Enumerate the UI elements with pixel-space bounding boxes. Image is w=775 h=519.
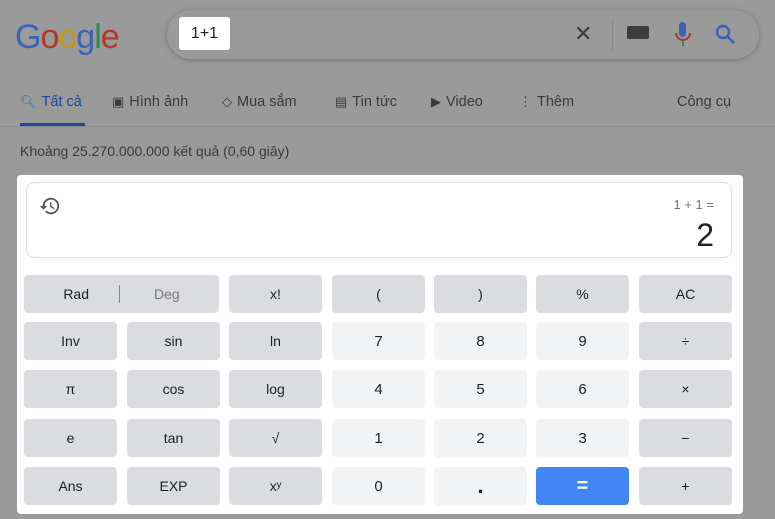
- log-button[interactable]: log: [229, 370, 322, 408]
- ans-button[interactable]: Ans: [24, 467, 117, 505]
- 2-button[interactable]: 2: [434, 419, 527, 457]
- search-input[interactable]: 1+1: [179, 17, 230, 50]
- cos-button[interactable]: cos: [127, 370, 220, 408]
- search-icon: 🔍︎: [20, 94, 37, 109]
- percent-button[interactable]: %: [536, 275, 629, 313]
- tan-button[interactable]: tan: [127, 419, 220, 457]
- 5-button[interactable]: 5: [434, 370, 527, 408]
- news-icon: ▤: [335, 94, 348, 109]
- keyboard-icon[interactable]: [627, 26, 649, 39]
- result-stats: Khoảng 25.270.000.000 kết quả (0,60 giây…: [20, 143, 290, 159]
- rad-deg-toggle[interactable]: Rad Deg: [24, 275, 219, 313]
- search-tabs: 🔍︎ Tất cả ▣ Hình ảnh ◇ Mua sắm ▤ Tin tức ▶ Vi…: [0, 92, 775, 126]
- 1-button[interactable]: 1: [332, 419, 425, 457]
- 9-button[interactable]: 9: [536, 322, 629, 360]
- google-logo[interactable]: Google: [15, 18, 120, 57]
- close-icon[interactable]: ✕: [574, 22, 592, 46]
- sqrt-button[interactable]: √: [229, 419, 322, 457]
- ln-button[interactable]: ln: [229, 322, 322, 360]
- tab-video[interactable]: ▶ Video: [431, 92, 483, 112]
- inverse-button[interactable]: Inv: [24, 322, 117, 360]
- history-icon[interactable]: [39, 195, 61, 217]
- tab-news[interactable]: ▤ Tin tức: [335, 92, 397, 112]
- 8-button[interactable]: 8: [434, 322, 527, 360]
- open-paren-button[interactable]: (: [332, 275, 425, 313]
- pi-button[interactable]: π: [24, 370, 117, 408]
- calculator-display: 1 + 1 = 2: [26, 182, 732, 258]
- search-box[interactable]: [167, 10, 759, 59]
- divide-button[interactable]: ÷: [639, 322, 732, 360]
- decimal-button[interactable]: .: [434, 467, 527, 505]
- close-paren-button[interactable]: ): [434, 275, 527, 313]
- tools-button[interactable]: Công cụ: [677, 92, 731, 112]
- search-icon[interactable]: [715, 24, 737, 46]
- divider: [119, 285, 120, 303]
- 6-button[interactable]: 6: [536, 370, 629, 408]
- equals-button[interactable]: =: [536, 467, 629, 505]
- calculator-expression: 1 + 1 =: [673, 197, 714, 212]
- exp-button[interactable]: EXP: [127, 467, 220, 505]
- calculator-result: 2: [696, 217, 714, 253]
- rad-label: Rad: [63, 286, 89, 302]
- add-button[interactable]: +: [639, 467, 732, 505]
- power-button[interactable]: xʸ: [229, 467, 322, 505]
- divider: [612, 19, 613, 51]
- subtract-button[interactable]: −: [639, 419, 732, 457]
- tab-shopping[interactable]: ◇ Mua sắm: [222, 92, 297, 112]
- 0-button[interactable]: 0: [332, 467, 425, 505]
- 4-button[interactable]: 4: [332, 370, 425, 408]
- calculator: 1 + 1 = 2 Rad Deg x! ()% AC Inv sin ln 7 8 9 ÷ π cos l…: [17, 175, 743, 514]
- play-icon: ▶: [431, 94, 441, 109]
- image-icon: ▣: [112, 94, 125, 109]
- microphone-icon[interactable]: [674, 22, 692, 48]
- 3-button[interactable]: 3: [536, 419, 629, 457]
- more-vert-icon: ⋮: [519, 94, 532, 109]
- deg-label: Deg: [154, 286, 180, 302]
- divider: [0, 126, 775, 127]
- tag-icon: ◇: [222, 94, 232, 109]
- all-clear-button[interactable]: AC: [639, 275, 732, 313]
- tab-more[interactable]: ⋮ Thêm: [519, 92, 574, 112]
- 7-button[interactable]: 7: [332, 322, 425, 360]
- tab-all[interactable]: 🔍︎ Tất cả: [20, 92, 82, 112]
- factorial-button[interactable]: x!: [229, 275, 322, 313]
- e-button[interactable]: e: [24, 419, 117, 457]
- sin-button[interactable]: sin: [127, 322, 220, 360]
- tab-images[interactable]: ▣ Hình ảnh: [112, 92, 188, 112]
- multiply-button[interactable]: ×: [639, 370, 732, 408]
